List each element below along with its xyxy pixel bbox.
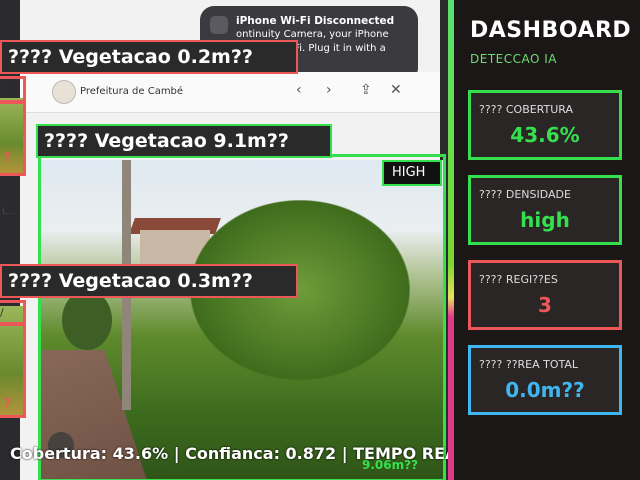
browser-bar: Prefeitura de Cambé ‹ › ⇪ ✕: [20, 72, 440, 113]
card-regions: ???? REGI??ES 3: [468, 260, 622, 330]
card-key: ???? REGI??ES: [479, 273, 558, 286]
wifi-icon: [210, 16, 228, 34]
card-value: 43.6%: [510, 123, 580, 147]
card-value: high: [520, 208, 570, 232]
close-icon[interactable]: ✕: [390, 82, 402, 98]
camera-feed: iPhone Wi-Fi Disconnected ontinuity Came…: [0, 0, 448, 480]
dashboard-title: DASHBOARD: [470, 18, 632, 43]
dashboard-subtitle: DETECCAO IA: [470, 52, 557, 66]
notification-title: iPhone Wi-Fi Disconnected: [236, 15, 395, 27]
detection-label: ???? Vegetacao 0.3m??: [0, 264, 298, 298]
card-total-area: ???? ??REA TOTAL 0.0m??: [468, 345, 622, 415]
side-fragment: L...: [2, 206, 18, 217]
density-badge: HIGH: [382, 160, 442, 186]
detection-label: ???? Vegetacao 9.1m??: [36, 124, 332, 158]
chevron-left-icon[interactable]: ‹: [296, 82, 302, 98]
detection-box-main: [38, 154, 446, 480]
card-key: ???? ??REA TOTAL: [479, 358, 579, 371]
status-bar: Cobertura: 43.6% | Confianca: 0.872 | TE…: [10, 444, 448, 463]
card-density: ???? DENSIDADE high: [468, 175, 622, 245]
detection-label: ???? Vegetacao 0.2m??: [0, 40, 298, 74]
card-value: 3: [538, 293, 552, 317]
card-key: ???? DENSIDADE: [479, 188, 571, 201]
site-name: Prefeitura de Cambé: [80, 86, 184, 97]
share-icon[interactable]: ⇪: [360, 82, 372, 98]
chevron-right-icon[interactable]: ›: [326, 82, 332, 98]
city-logo-icon: [52, 80, 76, 104]
card-value: 0.0m??: [505, 378, 585, 402]
card-key: ???? COBERTURA: [479, 103, 574, 116]
detection-box: [0, 100, 26, 176]
detection-box: [0, 322, 26, 418]
dashboard-panel: DASHBOARD DETECCAO IA ???? COBERTURA 43.…: [454, 0, 640, 480]
card-coverage: ???? COBERTURA 43.6%: [468, 90, 622, 160]
